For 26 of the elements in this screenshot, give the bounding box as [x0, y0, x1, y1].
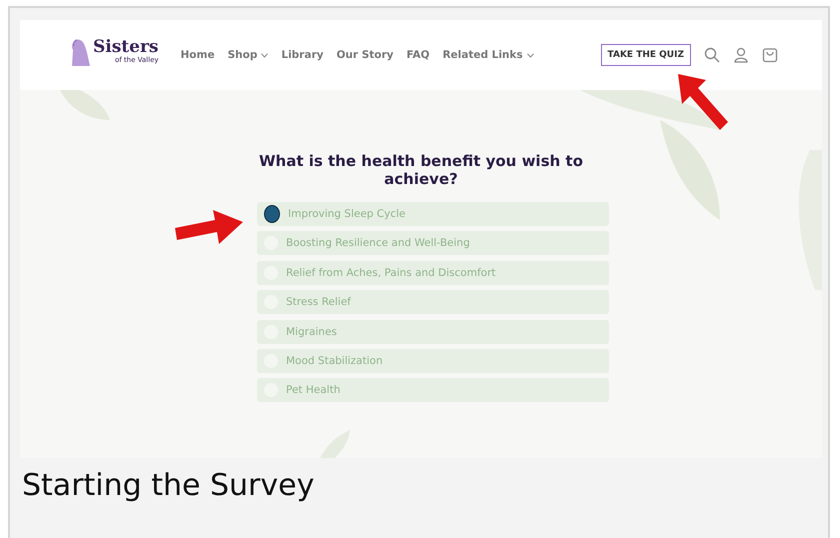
arrow-icon — [175, 210, 243, 246]
cart-icon[interactable] — [762, 47, 778, 63]
nav-link[interactable]: Shop — [228, 49, 268, 61]
option-label: Mood Stabilization — [286, 354, 383, 367]
chevron-down-icon — [261, 52, 268, 58]
option-label: Relief from Aches, Pains and Discomfort — [286, 266, 496, 279]
option-label: Pet Health — [286, 384, 340, 396]
nav-link[interactable]: Home — [180, 49, 215, 61]
chevron-down-icon — [526, 52, 534, 58]
option-label: Boosting Resilience and Well-Being — [286, 237, 470, 250]
nav-link[interactable]: FAQ — [406, 49, 430, 61]
search-icon[interactable] — [704, 47, 720, 63]
caption: Starting the Survey — [22, 468, 316, 503]
logo-name[interactable]: Sisters — [93, 38, 159, 56]
arrow-icon — [678, 74, 728, 132]
option-label: Stress Relief — [286, 296, 351, 308]
nun-silhouette-icon — [70, 38, 92, 68]
nav-link[interactable]: Our Story — [336, 49, 394, 61]
question-title: What is the health benefit you wish to achieve? — [258, 152, 584, 188]
nav-link[interactable]: Related Links — [442, 49, 534, 61]
option-label: Migraines — [286, 326, 337, 338]
option-label: Improving Sleep Cycle — [288, 208, 406, 220]
nav-link[interactable]: Library — [281, 49, 324, 61]
radio-button[interactable] — [264, 205, 280, 223]
account-icon[interactable] — [733, 47, 749, 63]
take-quiz-button[interactable]: TAKE THE QUIZ — [600, 44, 691, 66]
